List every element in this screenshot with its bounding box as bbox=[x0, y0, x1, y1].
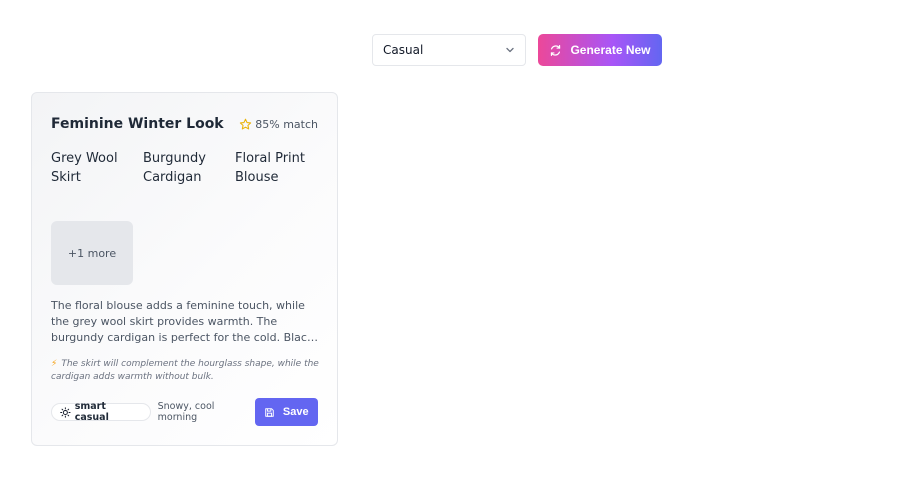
outfit-item-image[interactable]: Grey Wool Skirt bbox=[51, 149, 133, 187]
more-items-label: +1 more bbox=[67, 246, 117, 260]
styling-tip-text: The skirt will complement the hourglass … bbox=[51, 359, 319, 382]
outfit-item-image[interactable]: Burgundy Cardigan bbox=[143, 149, 225, 187]
outfit-items: Grey Wool Skirt Burgundy Cardigan Floral… bbox=[51, 149, 317, 187]
outfit-card-header: Feminine Winter Look 85% match bbox=[51, 116, 318, 132]
match-score: 85% match bbox=[239, 118, 318, 131]
match-label: 85% match bbox=[255, 117, 318, 131]
outfit-title: Feminine Winter Look bbox=[51, 116, 224, 132]
save-button[interactable]: Save bbox=[254, 398, 318, 426]
weather-text: Snowy, cool morning bbox=[157, 401, 215, 423]
outfit-card-footer: smart casual Snowy, cool morning Save bbox=[51, 398, 318, 426]
generate-new-label: Generate New bbox=[570, 43, 651, 57]
outfit-description: The floral blouse adds a feminine touch,… bbox=[51, 299, 314, 344]
item-alt-text: Grey Wool Skirt bbox=[51, 151, 118, 185]
generate-new-button[interactable]: Generate New bbox=[538, 34, 662, 66]
item-alt-text: Burgundy Cardigan bbox=[143, 151, 206, 185]
outfit-card: Feminine Winter Look 85% match Grey Wool… bbox=[31, 92, 338, 446]
star-icon bbox=[240, 118, 252, 129]
save-icon bbox=[265, 407, 274, 417]
refresh-icon bbox=[551, 44, 561, 56]
item-alt-text: Floral Print Blouse bbox=[235, 151, 306, 185]
occasion-select-value: Casual bbox=[383, 43, 424, 57]
save-label: Save bbox=[282, 406, 309, 418]
style-badge: smart casual bbox=[51, 401, 151, 423]
more-items-tile[interactable]: +1 more bbox=[51, 221, 133, 285]
toolbar: Casual Generate New bbox=[372, 34, 662, 66]
style-badge-label: smart casual bbox=[74, 401, 109, 423]
styling-tip: ⚡ The skirt will complement the hourglass… bbox=[51, 358, 319, 384]
outfit-item-image[interactable]: Floral Print Blouse bbox=[235, 149, 317, 187]
sun-icon bbox=[60, 406, 71, 418]
lightning-icon: ⚡ bbox=[51, 359, 58, 369]
chevron-down-icon bbox=[506, 47, 514, 53]
occasion-select[interactable]: Casual bbox=[372, 34, 526, 66]
